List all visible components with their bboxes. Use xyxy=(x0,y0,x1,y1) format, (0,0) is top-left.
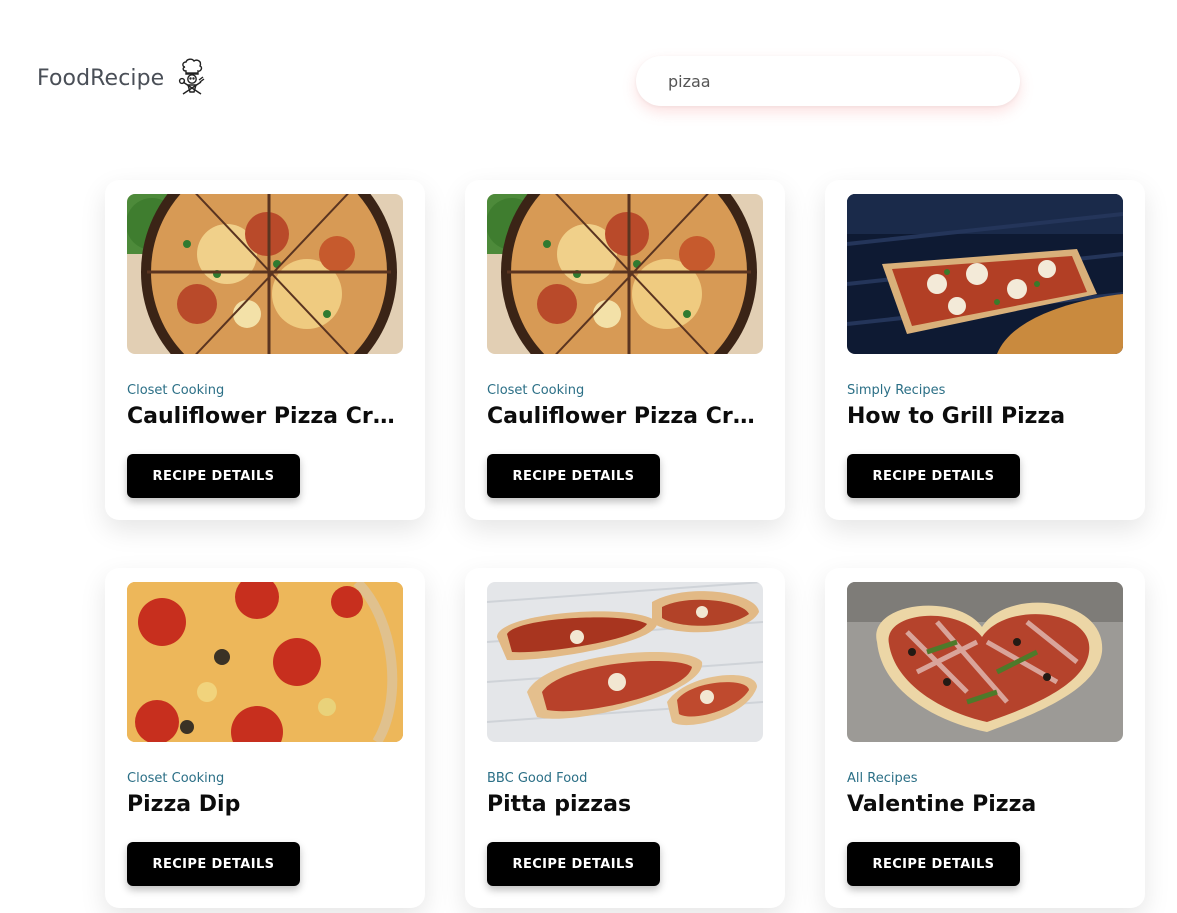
recipe-image[interactable] xyxy=(847,582,1123,742)
recipe-title: Cauliflower Pizza Crust (with BBQ Chicke… xyxy=(127,404,403,429)
recipe-title: Pitta pizzas xyxy=(487,792,632,817)
recipe-details-button[interactable]: RECIPE DETAILS xyxy=(847,842,1020,886)
recipe-details-button[interactable]: RECIPE DETAILS xyxy=(847,454,1020,498)
recipe-title: How to Grill Pizza xyxy=(847,404,1066,429)
recipe-card: Closet Cooking Cauliflower Pizza Crust (… xyxy=(105,180,425,520)
recipe-title: Pizza Dip xyxy=(127,792,241,817)
brand-name: FoodRecipe xyxy=(37,65,165,91)
recipe-publisher: Closet Cooking xyxy=(127,771,225,786)
recipe-image[interactable] xyxy=(127,194,403,354)
recipe-publisher: Simply Recipes xyxy=(847,383,946,398)
recipe-details-button[interactable]: RECIPE DETAILS xyxy=(127,842,300,886)
recipe-image[interactable] xyxy=(847,194,1123,354)
recipe-publisher: Closet Cooking xyxy=(127,383,225,398)
recipe-publisher: Closet Cooking xyxy=(487,383,585,398)
recipe-title: Valentine Pizza xyxy=(847,792,1037,817)
recipe-publisher: All Recipes xyxy=(847,771,918,786)
recipe-card: BBC Good Food Pitta pizzas RECIPE DETAIL… xyxy=(465,568,785,908)
recipe-image[interactable] xyxy=(127,582,403,742)
recipe-publisher: BBC Good Food xyxy=(487,771,588,786)
recipe-title: Cauliflower Pizza Crust (with BBQ Chicke… xyxy=(487,404,763,429)
recipe-grid: Closet Cooking Cauliflower Pizza Crust (… xyxy=(105,180,1145,908)
search-bar[interactable] xyxy=(636,56,1020,106)
recipe-image[interactable] xyxy=(487,582,763,742)
header: FoodRecipe xyxy=(0,0,1177,160)
recipe-details-button[interactable]: RECIPE DETAILS xyxy=(487,454,660,498)
recipe-card: Closet Cooking Pizza Dip RECIPE DETAILS xyxy=(105,568,425,908)
recipe-details-button[interactable]: RECIPE DETAILS xyxy=(487,842,660,886)
recipe-card: Simply Recipes How to Grill Pizza RECIPE… xyxy=(825,180,1145,520)
brand[interactable]: FoodRecipe xyxy=(37,58,207,98)
recipe-image[interactable] xyxy=(487,194,763,354)
recipe-card: All Recipes Valentine Pizza RECIPE DETAI… xyxy=(825,568,1145,908)
recipe-details-button[interactable]: RECIPE DETAILS xyxy=(127,454,300,498)
search-input[interactable] xyxy=(668,71,968,91)
recipe-card: Closet Cooking Cauliflower Pizza Crust (… xyxy=(465,180,785,520)
chef-icon xyxy=(179,58,205,95)
